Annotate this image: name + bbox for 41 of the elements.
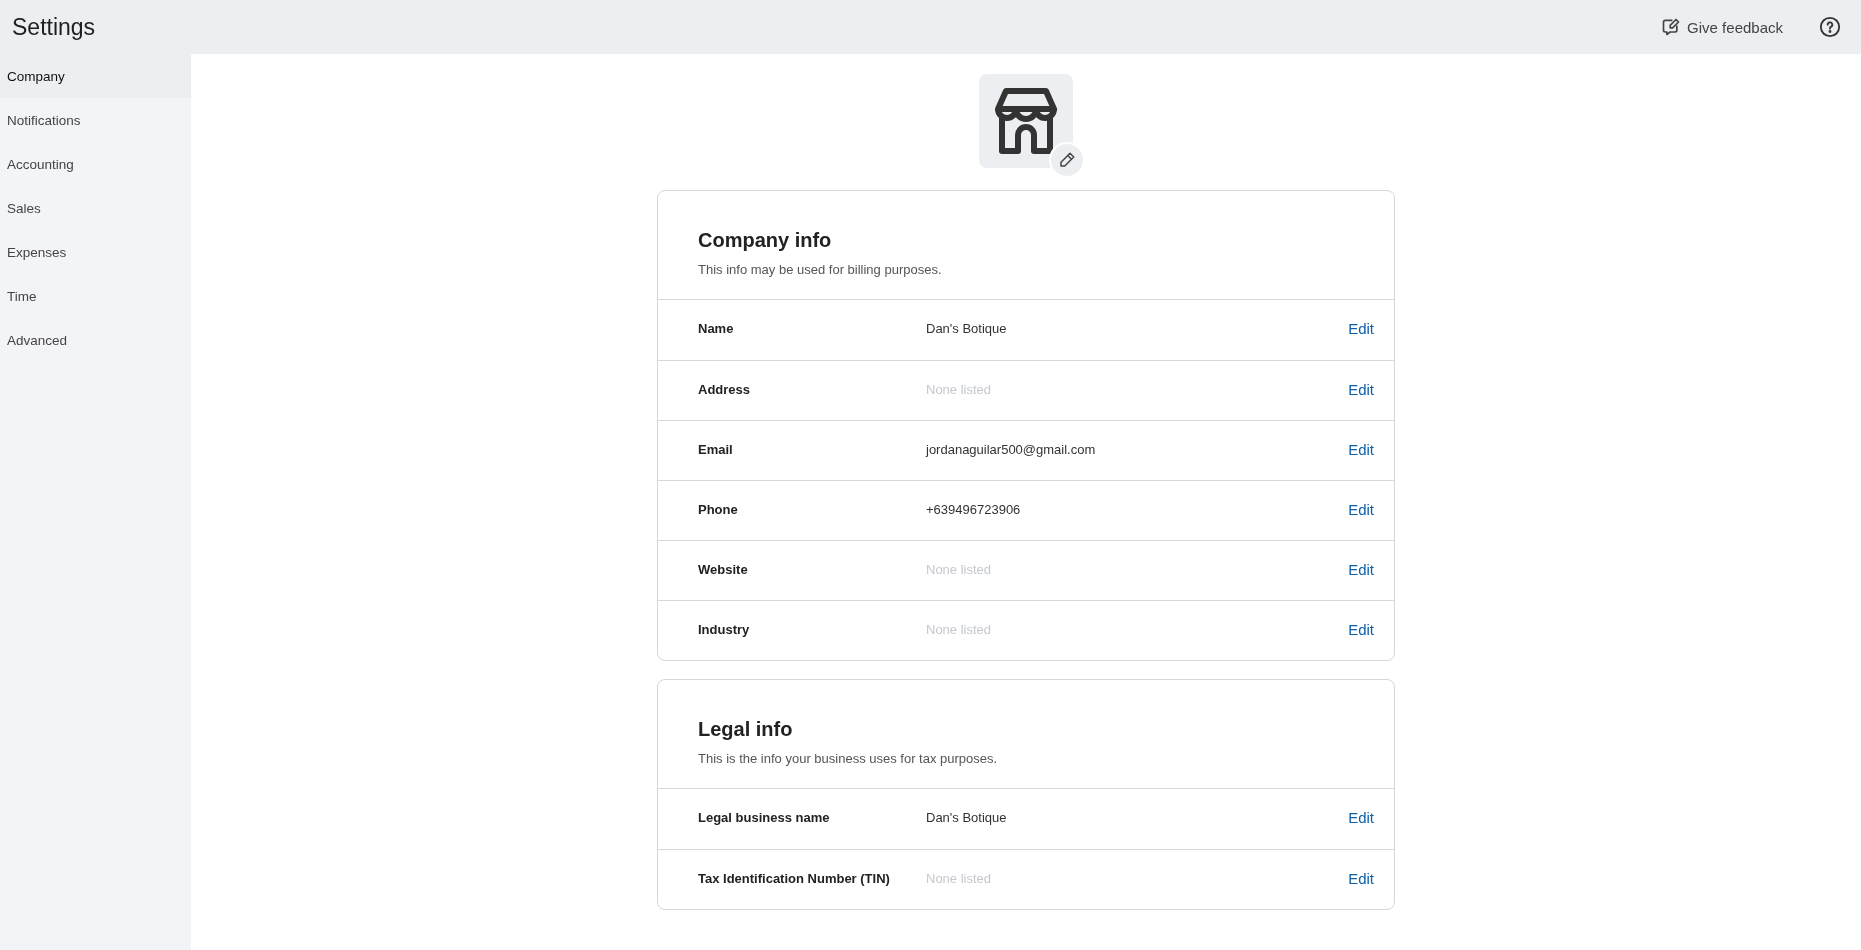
sidebar-item[interactable]: Accounting — [0, 142, 191, 186]
pencil-icon — [1058, 151, 1076, 169]
edit-link[interactable]: Edit — [1348, 501, 1374, 519]
field-label: Address — [698, 381, 752, 399]
edit-link[interactable]: Edit — [1348, 320, 1374, 338]
field-label: Name — [698, 320, 735, 338]
field-value: None listed — [926, 381, 993, 399]
field-label: Phone — [698, 501, 739, 519]
card-subtitle: This is the info your business uses for tax purposes. — [698, 751, 999, 766]
field-value: None listed — [926, 621, 993, 639]
edit-link[interactable]: Edit — [1348, 621, 1374, 639]
edit-link[interactable]: Edit — [1348, 561, 1374, 579]
sidebar-item[interactable]: Advanced — [0, 318, 191, 362]
field-label: Industry — [698, 621, 751, 639]
page-title: Settings — [12, 13, 97, 41]
edit-link[interactable]: Edit — [1348, 870, 1374, 888]
field-value: None listed — [926, 870, 993, 888]
sidebar-item[interactable]: Company — [0, 54, 191, 98]
field-value: +639496723906 — [926, 501, 1022, 519]
field-label: Legal business name — [698, 809, 831, 827]
field-label: Email — [698, 441, 734, 459]
card-title: Legal info — [698, 718, 794, 741]
edit-link[interactable]: Edit — [1348, 809, 1374, 827]
field-label: Tax Identification Number (TIN) — [698, 870, 891, 888]
sidebar-item[interactable]: Expenses — [0, 230, 191, 274]
field-value: Dan's Botique — [926, 320, 1008, 338]
field-label: Website — [698, 561, 749, 579]
card-subtitle: This info may be used for billing purposes. — [698, 262, 943, 277]
field-value: Dan's Botique — [926, 809, 1008, 827]
field-value: jordanaguilar500@gmail.com — [926, 441, 1097, 459]
edit-link[interactable]: Edit — [1348, 441, 1374, 459]
feedback-icon — [1661, 17, 1682, 37]
card-title: Company info — [698, 229, 833, 252]
edit-link[interactable]: Edit — [1348, 381, 1374, 399]
sidebar-item[interactable]: Notifications — [0, 98, 191, 142]
sidebar-item[interactable]: Time — [0, 274, 191, 318]
sidebar-item[interactable]: Sales — [0, 186, 191, 230]
give-feedback-link[interactable]: Give feedback — [1661, 17, 1783, 37]
help-icon — [1819, 16, 1841, 38]
help-button[interactable] — [1819, 16, 1841, 38]
field-value: None listed — [926, 561, 993, 579]
